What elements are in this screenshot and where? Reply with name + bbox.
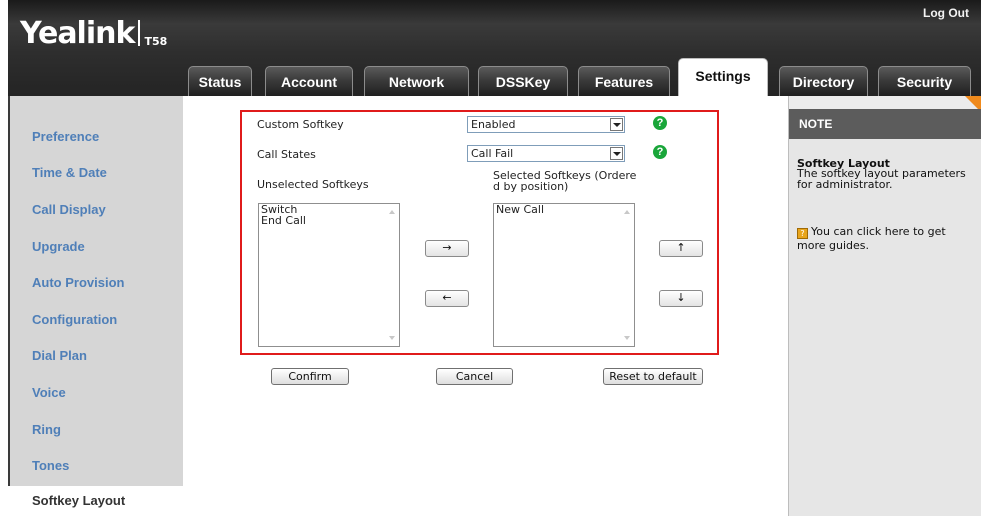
logo: Yealink T58 (20, 16, 167, 51)
move-up-button[interactable]: ↑ (659, 240, 703, 257)
custom-softkey-select[interactable]: Enabled (467, 116, 625, 133)
cancel-button[interactable]: Cancel (436, 368, 513, 385)
sidebar-item-tones[interactable]: Tones (32, 458, 69, 473)
move-down-button[interactable]: ↓ (659, 290, 703, 307)
logo-text: Yealink (20, 16, 135, 51)
call-states-value: Call Fail (471, 147, 514, 160)
guide-book-icon: ? (797, 228, 808, 239)
header-bar: Yealink T58 Log Out Status Account Networ… (0, 0, 981, 96)
tab-dsskey[interactable]: DSSKey (478, 66, 568, 96)
note-guide-link[interactable]: ? You can click here to get more guides. (797, 225, 975, 252)
sidebar-item-dial-plan[interactable]: Dial Plan (32, 348, 87, 363)
logo-divider (138, 20, 141, 46)
sidebar (10, 96, 183, 516)
help-icon[interactable]: ? (653, 145, 667, 159)
unselected-softkeys-label: Unselected Softkeys (257, 178, 369, 191)
custom-softkey-value: Enabled (471, 118, 516, 131)
call-states-select[interactable]: Call Fail (467, 145, 625, 162)
logout-link[interactable]: Log Out (923, 6, 969, 20)
move-left-button[interactable]: ← (425, 290, 469, 307)
tab-network[interactable]: Network (364, 66, 469, 96)
scroll-down-icon (624, 336, 630, 340)
reset-to-default-button[interactable]: Reset to default (603, 368, 703, 385)
note-guide-text: You can click here to get more guides. (797, 225, 946, 252)
sidebar-item-auto-provision[interactable]: Auto Provision (32, 275, 124, 290)
tab-features[interactable]: Features (578, 66, 670, 96)
list-item[interactable]: New Call (494, 204, 634, 215)
scroll-up-icon (389, 210, 395, 214)
tab-status[interactable]: Status (188, 66, 252, 96)
sidebar-item-ring[interactable]: Ring (32, 422, 61, 437)
help-icon[interactable]: ? (653, 116, 667, 130)
header-left-edge (0, 0, 8, 96)
sidebar-item-voice[interactable]: Voice (32, 385, 66, 400)
sidebar-item-time-date[interactable]: Time & Date (32, 165, 107, 180)
scrollbar[interactable] (385, 204, 399, 346)
sidebar-item-preference[interactable]: Preference (32, 129, 99, 144)
note-header: NOTE (789, 109, 981, 139)
tab-security[interactable]: Security (878, 66, 971, 96)
custom-softkey-label: Custom Softkey (257, 118, 344, 131)
tab-settings[interactable]: Settings (678, 58, 768, 96)
selected-softkeys-label-line2: d by position) (493, 180, 569, 193)
yealink-web-ui: Yealink T58 Log Out Status Account Networ… (0, 0, 981, 516)
sidebar-item-configuration[interactable]: Configuration (32, 312, 117, 327)
selected-softkeys-list[interactable]: New Call (493, 203, 635, 347)
scroll-down-icon (389, 336, 395, 340)
note-body (789, 139, 981, 516)
tab-account[interactable]: Account (265, 66, 353, 96)
sidebar-item-softkey-layout[interactable]: Softkey Layout (0, 486, 183, 516)
note-description: The softkey layout parameters for admini… (797, 167, 966, 191)
sidebar-item-call-display[interactable]: Call Display (32, 202, 106, 217)
tab-directory[interactable]: Directory (779, 66, 868, 96)
sidebar-item-upgrade[interactable]: Upgrade (32, 239, 85, 254)
scroll-up-icon (624, 210, 630, 214)
chevron-down-icon (610, 147, 623, 160)
move-right-button[interactable]: → (425, 240, 469, 257)
list-item[interactable]: End Call (259, 215, 399, 226)
selected-softkeys-label: Selected Softkeys (Ordere d by position) (493, 170, 636, 192)
logo-model: T58 (144, 35, 168, 48)
confirm-button[interactable]: Confirm (271, 368, 349, 385)
call-states-label: Call States (257, 148, 316, 161)
chevron-down-icon (610, 118, 623, 131)
scrollbar[interactable] (620, 204, 634, 346)
unselected-softkeys-list[interactable]: Switch End Call (258, 203, 400, 347)
